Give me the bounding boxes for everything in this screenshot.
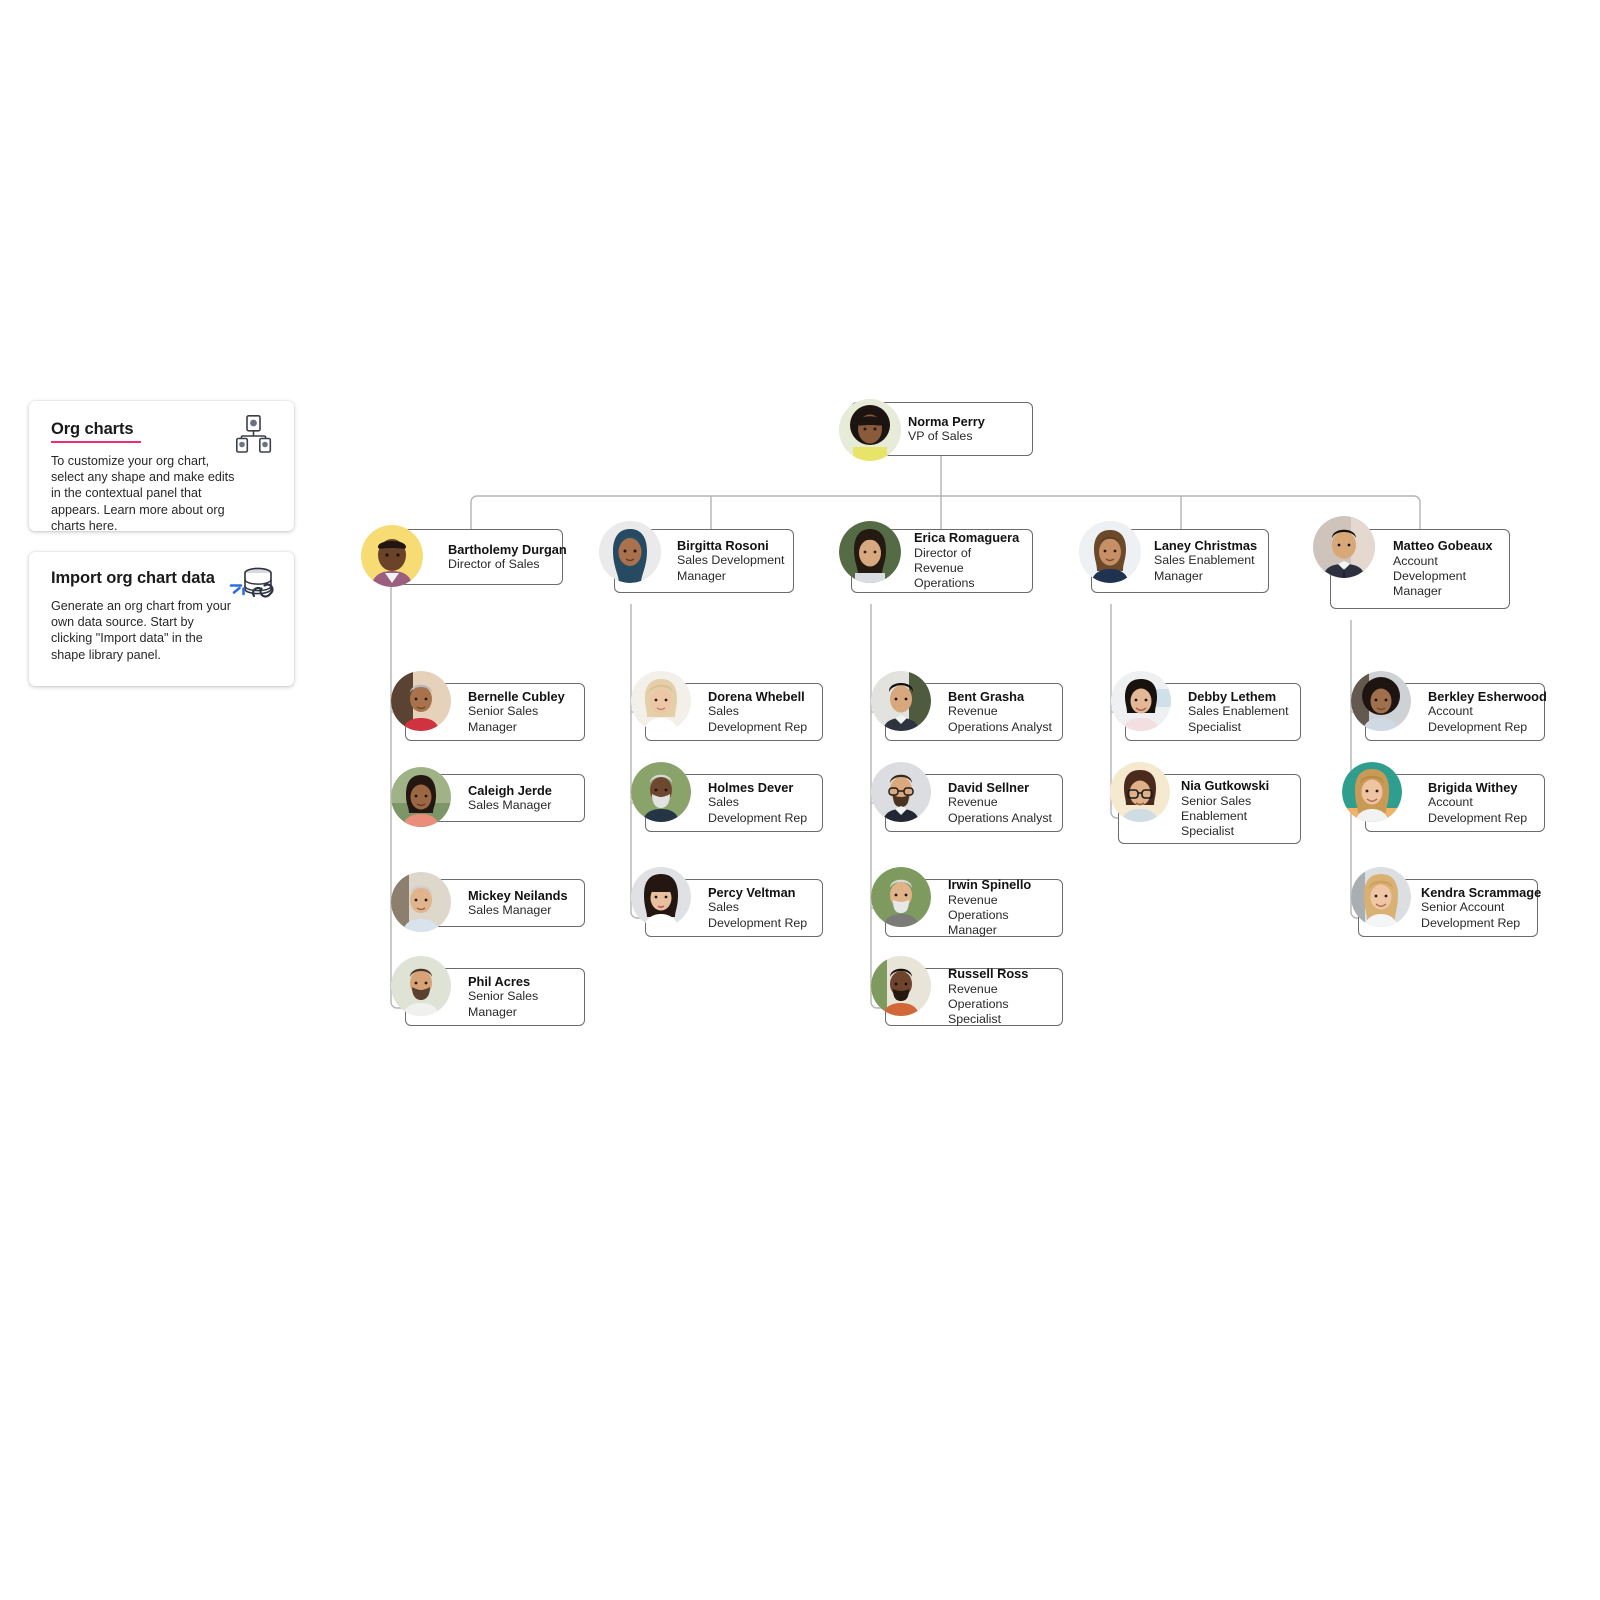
avatar <box>871 762 931 822</box>
node-name: Irwin Spinello <box>948 877 1032 893</box>
node-name: Brigida Withey <box>1428 779 1518 795</box>
org-node-mickey-neilands[interactable]: Mickey Neilands Sales Manager <box>391 872 585 932</box>
node-title: Senior Sales Manager <box>468 704 539 734</box>
node-name: Bernelle Cubley <box>468 688 565 704</box>
node-name: Debby Lethem <box>1188 688 1277 704</box>
node-title: VP of Sales <box>908 429 973 444</box>
node-title: Director of Sales <box>448 557 540 572</box>
org-charts-card-title: Org charts <box>51 420 142 443</box>
node-title: Account Development Rep <box>1428 704 1528 734</box>
org-node-kendra-scrammage[interactable]: Kendra Scrammage Senior Account Developm… <box>1351 867 1542 937</box>
node-name: Matteo Gobeaux <box>1393 538 1493 554</box>
node-title: Sales Enablement Specialist <box>1188 704 1289 734</box>
org-node-laney-christmas[interactable]: Laney Christmas Sales Enablement Manager <box>1079 521 1269 593</box>
node-name: Dorena Whebell <box>708 688 805 704</box>
org-node-david-sellner[interactable]: David Sellner Revenue Operations Analyst <box>871 762 1063 832</box>
org-node-percy-veltman[interactable]: Percy Veltman Sales Development Rep <box>631 867 823 937</box>
avatar <box>391 671 451 731</box>
node-name: Bartholemy Durgan <box>448 541 567 557</box>
org-node-matteo-gobeaux[interactable]: Matteo Gobeaux Account Development Manag… <box>1313 516 1510 609</box>
node-title: Senior Account Development Rep <box>1421 900 1521 930</box>
org-node-bernelle-cubley[interactable]: Bernelle Cubley Senior Sales Manager <box>391 671 585 741</box>
avatar <box>599 521 661 583</box>
node-title: Senior Sales Manager <box>468 989 539 1019</box>
org-chart-icon <box>236 415 272 453</box>
node-title: Sales Enablement Manager <box>1154 553 1255 583</box>
avatar <box>839 399 901 461</box>
node-title: Senior Sales Enablement Specialist <box>1181 793 1252 839</box>
org-node-dorena-whebell[interactable]: Dorena Whebell Sales Development Rep <box>631 671 823 741</box>
avatar <box>1111 671 1171 731</box>
node-name: Russell Ross <box>948 966 1029 982</box>
org-node-holmes-dever[interactable]: Holmes Dever Sales Development Rep <box>631 762 823 832</box>
avatar <box>391 872 451 932</box>
node-name: Bent Grasha <box>948 688 1025 704</box>
import-card-body: Generate an org chart from your own data… <box>51 599 231 662</box>
avatar <box>631 762 691 822</box>
node-title: Sales Development Rep <box>708 795 808 825</box>
node-title: Sales Manager <box>468 903 552 918</box>
org-node-bartholemy-durgan[interactable]: Bartholemy Durgan Director of Sales <box>361 525 567 587</box>
node-name: David Sellner <box>948 779 1030 795</box>
avatar <box>1351 671 1411 731</box>
org-node-russell-ross[interactable]: Russell Ross Revenue Operations Speciali… <box>871 956 1063 1027</box>
org-node-phil-acres[interactable]: Phil Acres Senior Sales Manager <box>391 956 585 1026</box>
org-node-norma-perry[interactable]: Norma Perry VP of Sales <box>839 399 1033 461</box>
avatar <box>391 767 451 827</box>
node-name: Laney Christmas <box>1154 537 1258 553</box>
org-charts-card-body: To customize your org chart, select any … <box>51 454 235 533</box>
org-node-berkley-esherwood[interactable]: Berkley Esherwood Account Development Re… <box>1351 671 1547 741</box>
node-name: Holmes Dever <box>708 779 794 795</box>
node-name: Caleigh Jerde <box>468 782 552 798</box>
org-node-brigida-withey[interactable]: Brigida Withey Account Development Rep <box>1342 762 1545 832</box>
node-title: Sales Manager <box>468 798 552 813</box>
org-chart-canvas: Org charts To customize your org chart, … <box>0 0 1600 1600</box>
node-name: Birgitta Rosoni <box>677 537 769 553</box>
avatar <box>1351 867 1411 927</box>
database-link-icon <box>228 562 280 606</box>
avatar <box>871 867 931 927</box>
node-name: Erica Romaguera <box>914 530 1020 546</box>
node-title: Revenue Operations Analyst <box>948 704 1053 734</box>
avatar <box>871 956 931 1016</box>
node-name: Mickey Neilands <box>468 887 568 903</box>
node-name: Berkley Esherwood <box>1428 688 1547 704</box>
node-name: Nia Gutkowski <box>1181 778 1270 794</box>
node-name: Norma Perry <box>908 413 985 429</box>
org-node-erica-romaguera[interactable]: Erica Romaguera Director of Revenue Oper… <box>839 521 1033 593</box>
node-name: Phil Acres <box>468 973 531 989</box>
avatar <box>1110 762 1170 822</box>
node-name: Percy Veltman <box>708 884 796 900</box>
avatar <box>391 956 451 1016</box>
node-title: Sales Development Rep <box>708 900 808 930</box>
node-title: Sales Development Rep <box>708 704 808 734</box>
node-title: Revenue Operations Analyst <box>948 795 1053 825</box>
org-node-birgitta-rosoni[interactable]: Birgitta Rosoni Sales Development Manage… <box>599 521 794 593</box>
node-title: Director of Revenue Operations <box>914 545 975 591</box>
node-title: Account Development Rep <box>1428 795 1528 825</box>
org-node-nia-gutkowski[interactable]: Nia Gutkowski Senior Sales Enablement Sp… <box>1110 762 1301 844</box>
org-node-irwin-spinello[interactable]: Irwin Spinello Revenue Operations Manage… <box>871 867 1063 938</box>
avatar <box>1313 516 1375 578</box>
avatar <box>631 867 691 927</box>
org-node-caleigh-jerde[interactable]: Caleigh Jerde Sales Manager <box>391 767 585 827</box>
avatar <box>871 671 931 731</box>
org-charts-info-card[interactable]: Org charts To customize your org chart, … <box>29 401 294 533</box>
org-node-debby-lethem[interactable]: Debby Lethem Sales Enablement Specialist <box>1111 671 1301 741</box>
node-title: Sales Development Manager <box>677 553 785 583</box>
avatar <box>361 525 423 587</box>
import-card-title: Import org chart data <box>51 569 215 587</box>
node-title: Revenue Operations Specialist <box>948 981 1009 1027</box>
avatar <box>839 521 901 583</box>
node-title: Account Development Manager <box>1393 553 1467 599</box>
avatar <box>631 671 691 731</box>
node-name: Kendra Scrammage <box>1421 884 1542 900</box>
avatar <box>1342 762 1402 822</box>
node-title: Revenue Operations Manager <box>948 892 1009 938</box>
avatar <box>1079 521 1141 583</box>
org-node-bent-grasha[interactable]: Bent Grasha Revenue Operations Analyst <box>871 671 1063 741</box>
import-org-chart-data-card[interactable]: Import org chart data Generate an org ch… <box>29 552 294 686</box>
